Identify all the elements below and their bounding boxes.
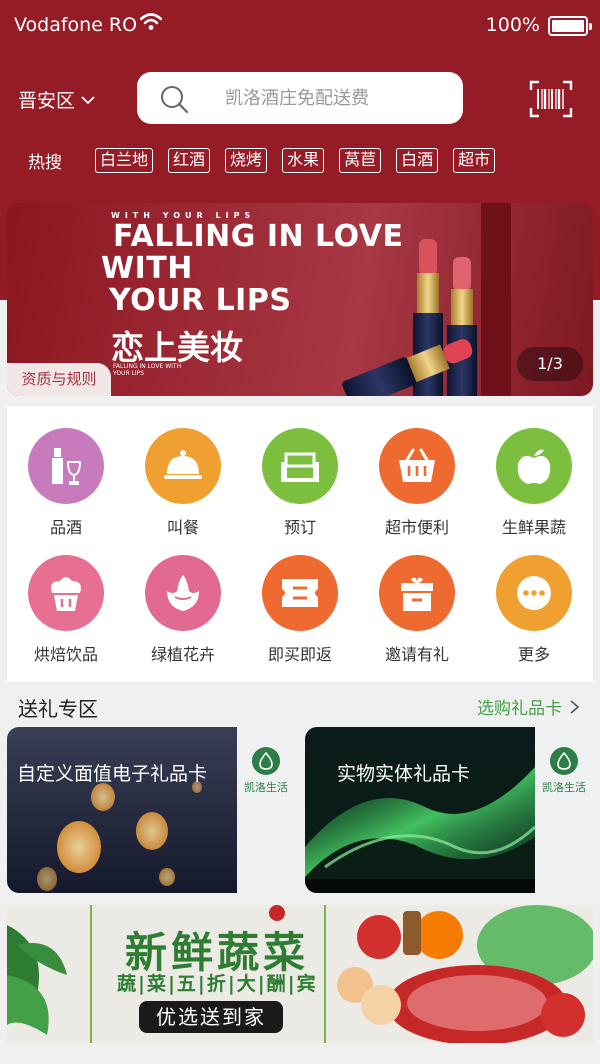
- buy-gift-card-label: 选购礼品卡: [477, 699, 562, 719]
- search-bar[interactable]: [137, 72, 463, 124]
- apple-icon: [496, 428, 572, 504]
- hot-tag[interactable]: 红酒: [168, 148, 211, 173]
- category-label: 绿植花卉: [150, 645, 215, 664]
- leaf-drop-icon: [252, 747, 280, 775]
- category-plants-flowers[interactable]: 绿植花卉: [128, 555, 238, 665]
- ticket-icon: [262, 555, 338, 631]
- category-fresh-produce[interactable]: 生鲜果蔬: [479, 428, 589, 538]
- category-label: 烘焙饮品: [33, 645, 98, 664]
- search-icon: [161, 86, 189, 114]
- category-order-food[interactable]: 叫餐: [128, 428, 238, 538]
- banner-chinese-title: 恋上美妆: [111, 328, 243, 367]
- status-bar: Vodafone RO 100%: [0, 0, 600, 52]
- aurora-image: [305, 727, 535, 893]
- gift-card-title: 自定义面值电子礼品卡: [17, 763, 208, 785]
- sofa-icon: [262, 428, 338, 504]
- category-label: 品酒: [49, 518, 82, 537]
- banner-tiny-text: FALLING IN LOVE WITH YOUR LIPS: [113, 363, 182, 377]
- hot-search-label: 热搜: [28, 153, 62, 173]
- category-bakery[interactable]: 烘焙饮品: [11, 555, 121, 665]
- hot-tag[interactable]: 烧烤: [225, 148, 268, 173]
- brand-logo: 凯洛生活: [237, 747, 295, 795]
- category-reserve[interactable]: 预订: [245, 428, 355, 538]
- category-label: 更多: [517, 645, 550, 664]
- gift-box-icon: [379, 555, 455, 631]
- lanterns-image: [7, 727, 237, 893]
- category-buy-and-return[interactable]: 即买即返: [245, 555, 355, 665]
- banner-pager: 1/3: [517, 347, 583, 381]
- location-selector[interactable]: 晋安区: [18, 86, 95, 113]
- deliver-home-button[interactable]: 优选送到家: [139, 1001, 283, 1033]
- rules-button[interactable]: 资质与规则: [7, 363, 111, 396]
- battery-percent: 100%: [485, 14, 540, 36]
- category-label: 邀请有礼: [384, 645, 449, 664]
- hot-tag[interactable]: 超市: [453, 148, 496, 173]
- hot-tag[interactable]: 水果: [282, 148, 325, 173]
- brand-name: 凯洛生活: [542, 781, 586, 794]
- basket-icon: [379, 428, 455, 504]
- gift-card-physical[interactable]: 实物实体礼品卡 凯洛生活: [305, 727, 593, 893]
- vegetable-banner[interactable]: 新鲜蔬菜 蔬|菜|五|折|大|酬|宾 优选送到家: [7, 905, 593, 1043]
- banner-line-3: YOUR LIPS: [109, 283, 292, 318]
- carrier-name: Vodafone RO: [14, 14, 138, 36]
- cupcake-icon: [28, 555, 104, 631]
- category-grid: 品酒 叫餐 预订 超市便利 生鲜果蔬 烘焙饮品 绿植花卉 即买即返 邀请有礼 更…: [7, 406, 593, 682]
- barcode-scan-icon[interactable]: [529, 80, 573, 118]
- banner-line-1: FALLING IN LOVE: [113, 219, 404, 254]
- wifi-icon: [140, 13, 162, 30]
- category-supermarket[interactable]: 超市便利: [362, 428, 472, 538]
- location-label: 晋安区: [18, 90, 76, 112]
- hot-tag[interactable]: 莴苣: [339, 148, 382, 173]
- category-label: 即买即返: [267, 645, 332, 664]
- chevron-down-icon: [81, 95, 95, 104]
- gift-section-title: 送礼专区: [18, 697, 98, 721]
- hot-search-tags: 白兰地 红酒 烧烤 水果 莴苣 白酒 超市: [95, 148, 496, 173]
- gift-card-title: 实物实体礼品卡: [337, 763, 471, 785]
- banner-line-2: WITH: [101, 251, 193, 286]
- category-label: 叫餐: [166, 518, 199, 537]
- category-label: 超市便利: [384, 518, 449, 537]
- category-wine[interactable]: 品酒: [11, 428, 121, 538]
- hot-tag[interactable]: 白酒: [396, 148, 439, 173]
- flower-icon: [145, 555, 221, 631]
- category-label: 生鲜果蔬: [501, 518, 566, 537]
- category-label: 预订: [283, 518, 316, 537]
- leaf-drop-icon: [550, 747, 578, 775]
- chevron-right-icon: [570, 699, 580, 714]
- food-cloche-icon: [145, 428, 221, 504]
- category-more[interactable]: 更多: [479, 555, 589, 665]
- hot-tag[interactable]: 白兰地: [95, 148, 154, 173]
- brand-name: 凯洛生活: [244, 781, 288, 794]
- wine-bottle-icon: [28, 428, 104, 504]
- battery-icon: [548, 16, 592, 36]
- gift-card-electronic[interactable]: 自定义面值电子礼品卡 凯洛生活: [7, 727, 295, 893]
- category-invite-gift[interactable]: 邀请有礼: [362, 555, 472, 665]
- more-dots-icon: [496, 555, 572, 631]
- next-section-peek: [0, 1052, 600, 1064]
- brand-logo: 凯洛生活: [535, 747, 593, 795]
- buy-gift-card-link[interactable]: 选购礼品卡: [477, 694, 580, 719]
- search-input[interactable]: [225, 84, 445, 112]
- promo-banner[interactable]: WITH YOUR LIPS FALLING IN LOVE WITH YOUR…: [7, 203, 593, 396]
- vegetable-banner-subtitle: 蔬|菜|五|折|大|酬|宾: [117, 973, 318, 995]
